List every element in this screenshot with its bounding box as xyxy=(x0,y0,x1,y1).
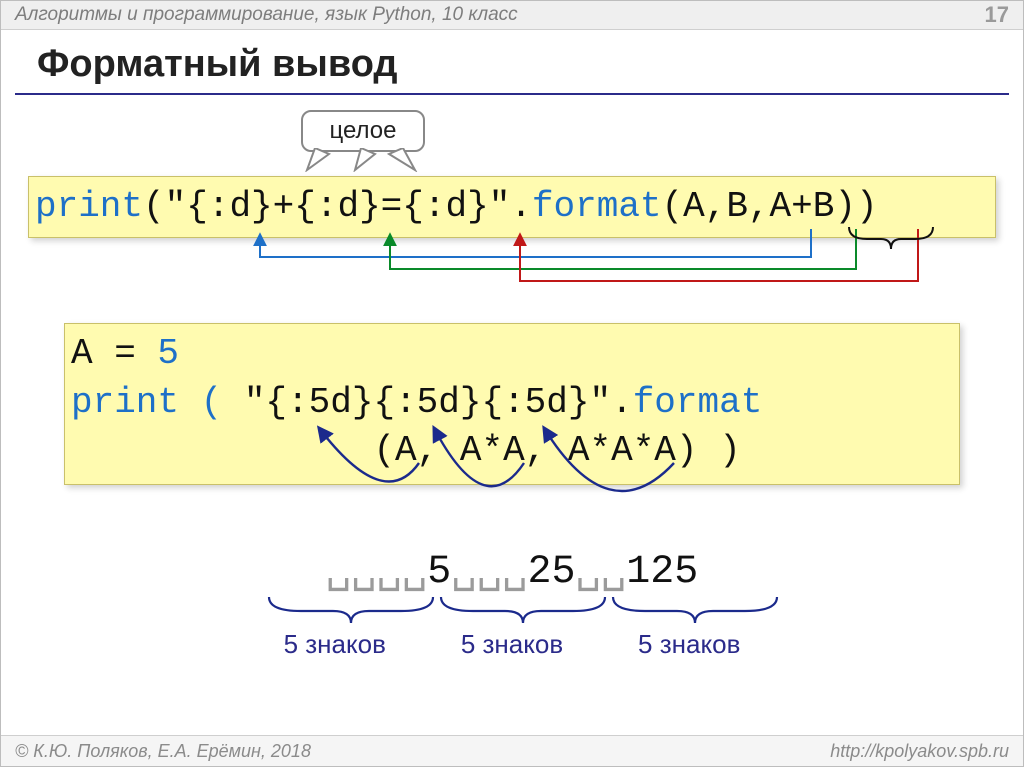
c2-dot: . xyxy=(611,382,633,423)
footer-url: http://kpolyakov.spb.ru xyxy=(830,741,1009,762)
c2-l1b: 5 xyxy=(157,333,179,374)
footer-bar: © К.Ю. Поляков, Е.А. Ерёмин, 2018 http:/… xyxy=(1,735,1023,766)
callout-text: целое xyxy=(330,117,397,145)
callout-integer: целое xyxy=(301,110,425,152)
sign-c: 5 знаков xyxy=(604,629,774,660)
token-fmtstr: "{:d}+{:d}={:d}" xyxy=(165,186,511,227)
token-dot: . xyxy=(510,186,532,227)
sign-b: 5 знаков xyxy=(427,629,597,660)
space-marker: ␣␣␣␣ xyxy=(326,550,428,595)
slide: Алгоритмы и программирование, язык Pytho… xyxy=(0,0,1024,767)
token-print: print xyxy=(35,186,143,227)
token-args: (A,B,A+B)) xyxy=(662,186,878,227)
callout-tails-icon xyxy=(303,148,423,172)
token-format: format xyxy=(532,186,662,227)
code-block-2: A = 5 print ( "{:5d}{:5d}{:5d}".format (… xyxy=(64,323,960,485)
token-open: ( xyxy=(143,186,165,227)
title-rule xyxy=(15,93,1009,95)
page-title: Форматный вывод xyxy=(37,43,398,86)
space-marker: ␣␣ xyxy=(575,550,626,595)
page-number: 17 xyxy=(985,2,1009,28)
out-v3: 125 xyxy=(626,550,698,595)
header-subject: Алгоритмы и программирование, язык Pytho… xyxy=(15,4,518,26)
c2-l1a: A = xyxy=(71,333,157,374)
sign-a: 5 знаков xyxy=(250,629,420,660)
out-v2: 25 xyxy=(527,550,575,595)
underbrace-a-plus-b xyxy=(847,225,935,255)
footer-copyright: © К.Ю. Поляков, Е.А. Ерёмин, 2018 xyxy=(15,741,311,762)
c2-format: format xyxy=(633,382,763,423)
c2-print: print ( xyxy=(71,382,244,423)
c2-l3: (A, A*A, A*A*A) ) xyxy=(71,430,741,471)
output-line: ␣␣␣␣5␣␣␣25␣␣125 xyxy=(1,546,1023,595)
output-braces xyxy=(1,593,1024,633)
c2-fmt: "{:5d}{:5d}{:5d}" xyxy=(244,382,611,423)
space-marker: ␣␣␣ xyxy=(451,550,527,595)
sign-labels: 5 знаков 5 знаков 5 знаков xyxy=(1,629,1023,660)
header-bar: Алгоритмы и программирование, язык Pytho… xyxy=(1,1,1023,30)
out-v1: 5 xyxy=(427,550,451,595)
